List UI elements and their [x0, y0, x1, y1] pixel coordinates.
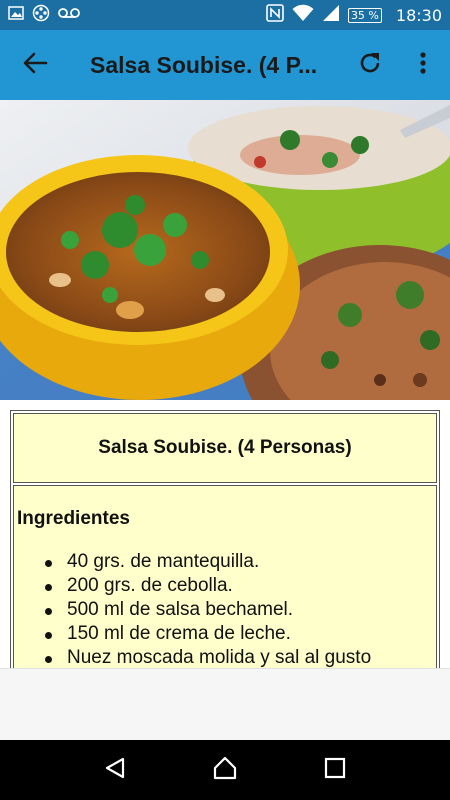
recipe-table: Salsa Soubise. (4 Personas) Ingredientes… — [10, 410, 440, 668]
nav-home-button[interactable] — [200, 745, 250, 795]
status-bar: 35 % 18:30 — [0, 0, 450, 30]
voicemail-icon — [58, 6, 80, 24]
image-icon — [8, 5, 24, 26]
list-item: 150 ml de crema de leche. — [45, 622, 434, 646]
overflow-menu-button[interactable] — [405, 30, 441, 100]
nav-recents-button[interactable] — [310, 745, 360, 795]
status-bar-system: 35 % 18:30 — [266, 3, 442, 27]
more-vert-icon — [419, 51, 427, 80]
page-title: Salsa Soubise. (4 P... — [90, 51, 318, 78]
nav-back-button[interactable] — [90, 745, 140, 795]
ingredients-list: 40 grs. de mantequilla. 200 grs. de cebo… — [17, 550, 434, 668]
bottom-blank-area — [0, 668, 450, 740]
refresh-button[interactable] — [350, 30, 390, 100]
refresh-icon — [357, 50, 383, 81]
list-item: 500 ml de salsa bechamel. — [45, 598, 434, 622]
recents-icon — [324, 757, 346, 784]
system-nav-bar — [0, 740, 450, 800]
recipe-photo — [0, 100, 450, 400]
status-bar-notifications — [8, 4, 80, 27]
film-reel-icon — [32, 4, 50, 27]
ingredients-cell: Ingredientes 40 grs. de mantequilla. 200… — [13, 485, 437, 668]
nfc-icon — [266, 3, 284, 27]
list-item: 40 grs. de mantequilla. — [45, 550, 434, 574]
recipe-title: Salsa Soubise. (4 Personas) — [13, 413, 437, 483]
app-bar: Salsa Soubise. (4 P... — [0, 30, 450, 100]
home-icon — [212, 755, 238, 786]
list-item: 200 grs. de cebolla. — [45, 574, 434, 598]
recipe-content: Salsa Soubise. (4 Personas) Ingredientes… — [0, 400, 450, 668]
clock: 18:30 — [395, 5, 442, 25]
ingredients-heading: Ingredientes — [17, 508, 130, 529]
list-item: Nuez moscada molida y sal al gusto — [45, 646, 434, 668]
back-button[interactable] — [0, 30, 70, 100]
back-arrow-icon — [22, 50, 48, 81]
battery-icon: 35 % — [347, 7, 382, 23]
signal-icon — [322, 4, 340, 27]
back-triangle-icon — [103, 756, 127, 785]
wifi-icon — [292, 4, 314, 27]
